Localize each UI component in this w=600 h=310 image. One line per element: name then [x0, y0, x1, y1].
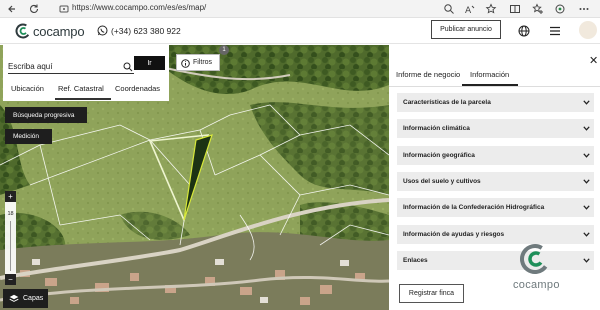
chevron-down-icon: [583, 205, 590, 210]
watermark-text: cocampo: [513, 279, 560, 291]
filters-count-badge: 1: [219, 45, 229, 55]
chevron-down-icon: [583, 232, 590, 237]
zoom-slider-track[interactable]: [10, 221, 11, 271]
layers-label: Capas: [23, 295, 44, 302]
zoom-page-icon[interactable]: [443, 3, 455, 15]
section-hydrographic[interactable]: Información de la Confederación Hidrográ…: [397, 198, 594, 217]
back-icon[interactable]: [6, 3, 18, 15]
go-button[interactable]: Ir: [134, 56, 165, 70]
layers-button[interactable]: Capas: [3, 289, 48, 308]
cocampo-logo-icon[interactable]: [15, 23, 32, 39]
section-links[interactable]: Enlaces: [397, 251, 594, 270]
publish-listing-button[interactable]: Publicar anuncio: [431, 20, 501, 39]
section-climate[interactable]: Información climática: [397, 119, 594, 138]
section-aid-risks[interactable]: Información de ayudas y riesgos: [397, 225, 594, 244]
favorites-icon[interactable]: [532, 3, 544, 15]
section-parcel-characteristics[interactable]: Características de la parcela: [397, 93, 594, 112]
more-options-icon[interactable]: [578, 3, 590, 15]
section-label: Información de la Confederación Hidrográ…: [403, 204, 545, 211]
site-header: cocampo (+34) 623 380 922 Publicar anunc…: [0, 18, 600, 44]
section-label: Información climática: [403, 125, 470, 132]
chevron-down-icon: [583, 179, 590, 184]
section-label: Información geográfica: [403, 152, 475, 159]
tab-ref-catastral[interactable]: Ref. Catastral: [58, 84, 104, 93]
section-label: Usos del suelo y cultivos: [403, 178, 481, 185]
zoom-out-button[interactable]: −: [5, 274, 16, 285]
watermark-logo-icon: [519, 242, 553, 276]
whatsapp-icon: [97, 25, 108, 36]
info-panel: ✕ Informe de negocio Información Caracte…: [389, 45, 600, 310]
section-geographic[interactable]: Información geográfica: [397, 146, 594, 165]
active-tab-indicator: [55, 98, 111, 100]
tab-information[interactable]: Información: [470, 70, 509, 79]
search-panel: Escriba aquí Ir Ubicación Ref. Catastral…: [3, 45, 169, 101]
search-icon[interactable]: [123, 62, 133, 72]
filters-label: Filtros: [193, 59, 213, 66]
phone-number[interactable]: (+34) 623 380 922: [111, 26, 181, 36]
tab-business-report[interactable]: Informe de negocio: [396, 70, 460, 79]
section-land-use[interactable]: Usos del suelo y cultivos: [397, 172, 594, 191]
search-underline: [8, 73, 134, 74]
favorite-star-icon[interactable]: [485, 3, 497, 15]
hamburger-menu-icon[interactable]: [549, 26, 561, 36]
url-text[interactable]: https://www.cocampo.com/es/es/map/: [72, 3, 206, 12]
layers-icon: [9, 294, 19, 303]
measure-button[interactable]: Medición: [5, 129, 52, 144]
section-label: Características de la parcela: [403, 99, 491, 106]
register-property-button[interactable]: Registrar finca: [399, 284, 464, 303]
reload-icon[interactable]: [28, 3, 40, 15]
chevron-down-icon: [583, 258, 590, 263]
split-screen-icon[interactable]: [509, 3, 521, 15]
chevron-down-icon: [583, 153, 590, 158]
page-info-icon[interactable]: [58, 3, 70, 15]
progressive-search-button[interactable]: Búsqueda progresiva: [5, 107, 87, 123]
chevron-down-icon: [583, 126, 590, 131]
tab-coordenadas[interactable]: Coordenadas: [115, 84, 160, 93]
filter-info-icon: [181, 59, 190, 68]
zoom-control: + 18 −: [5, 191, 16, 285]
logo-text[interactable]: cocampo: [33, 24, 85, 39]
zoom-in-button[interactable]: +: [5, 191, 16, 202]
zoom-level: 18: [7, 211, 14, 217]
tab-ubicacion[interactable]: Ubicación: [11, 84, 44, 93]
section-label: Enlaces: [403, 257, 428, 264]
chevron-down-icon: [583, 100, 590, 105]
close-icon[interactable]: ✕: [589, 54, 598, 67]
browser-toolbar: https://www.cocampo.com/es/es/map/ A: [0, 0, 600, 18]
filters-button[interactable]: Filtros: [176, 54, 220, 71]
svg-text:A: A: [465, 6, 472, 15]
user-avatar[interactable]: [579, 21, 597, 39]
tabs-divider: [389, 86, 600, 87]
search-input[interactable]: Escriba aquí: [8, 62, 52, 71]
section-label: Información de ayudas y riesgos: [403, 231, 505, 238]
globe-language-icon[interactable]: [518, 25, 530, 37]
read-aloud-icon[interactable]: A: [464, 3, 476, 15]
extension-icon[interactable]: [554, 3, 566, 15]
